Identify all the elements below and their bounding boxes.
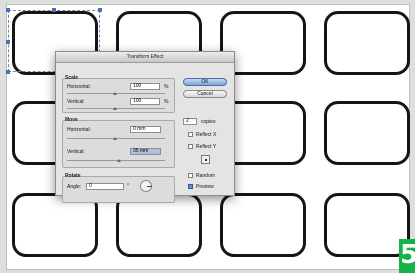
scale-vertical-label: Vertical: [67, 99, 85, 105]
copies-input[interactable]: 2 [183, 118, 197, 125]
rounded-rectangle-shape[interactable] [324, 101, 410, 165]
scale-horizontal-label: Horizontal: [67, 84, 91, 90]
dialog-title: Transform Effect [56, 52, 234, 63]
scale-vertical-unit: % [164, 99, 169, 105]
random-label: Random [196, 173, 215, 179]
brand-logo-text: 5 [400, 240, 415, 270]
selection-anchor-point[interactable] [6, 70, 10, 74]
preview-checkbox[interactable]: ✓ [188, 184, 193, 189]
move-group-label: Move [65, 117, 78, 123]
reference-point-locator-icon[interactable] [201, 155, 210, 164]
rounded-rectangle-shape[interactable] [324, 11, 410, 75]
selection-anchor-point[interactable] [6, 40, 10, 44]
scale-group-label: Scale [65, 75, 79, 81]
reflect-x-label: Reflect X [196, 132, 217, 138]
move-horizontal-label: Horizontal: [67, 127, 91, 133]
move-vertical-label: Vertical: [67, 149, 85, 155]
scale-horizontal-input[interactable]: 100 [130, 83, 160, 90]
slider-thumb-icon[interactable] [113, 137, 117, 140]
scale-vertical-input[interactable]: 100 [130, 98, 160, 105]
transform-effect-dialog: Transform Effect Scale Horizontal: 100 %… [55, 51, 235, 203]
reflect-y-label: Reflect Y [196, 144, 217, 150]
selection-anchor-point[interactable] [52, 8, 56, 12]
slider-thumb-icon[interactable] [113, 107, 117, 110]
move-horizontal-input[interactable]: 0 mm [130, 126, 161, 133]
random-checkbox[interactable] [188, 173, 193, 178]
rotate-group-label: Rotate [65, 173, 81, 179]
ok-button[interactable]: OK [183, 78, 227, 86]
scale-horizontal-unit: % [164, 84, 169, 90]
slider-thumb-icon[interactable] [113, 92, 117, 95]
brand-logo: 5 [399, 239, 415, 273]
selection-anchor-point[interactable] [6, 8, 10, 12]
slider-thumb-icon[interactable] [117, 159, 121, 162]
rotate-angle-input[interactable]: 0 [86, 183, 124, 190]
cancel-button[interactable]: Cancel [183, 90, 227, 98]
selection-anchor-point[interactable] [98, 8, 102, 12]
rotate-angle-unit: ° [127, 183, 129, 189]
move-vertical-slider[interactable] [67, 160, 165, 161]
reflect-y-checkbox[interactable] [188, 144, 193, 149]
preview-label: Preview [196, 184, 214, 190]
move-vertical-input[interactable]: 35 mm [130, 148, 161, 155]
rounded-rectangle-shape[interactable] [220, 193, 306, 257]
copies-label: copies [201, 119, 216, 125]
rounded-rectangle-shape[interactable] [324, 193, 410, 257]
reflect-x-checkbox[interactable] [188, 132, 193, 137]
angle-dial-icon[interactable] [140, 180, 152, 192]
rotate-angle-label: Angle: [67, 184, 82, 190]
